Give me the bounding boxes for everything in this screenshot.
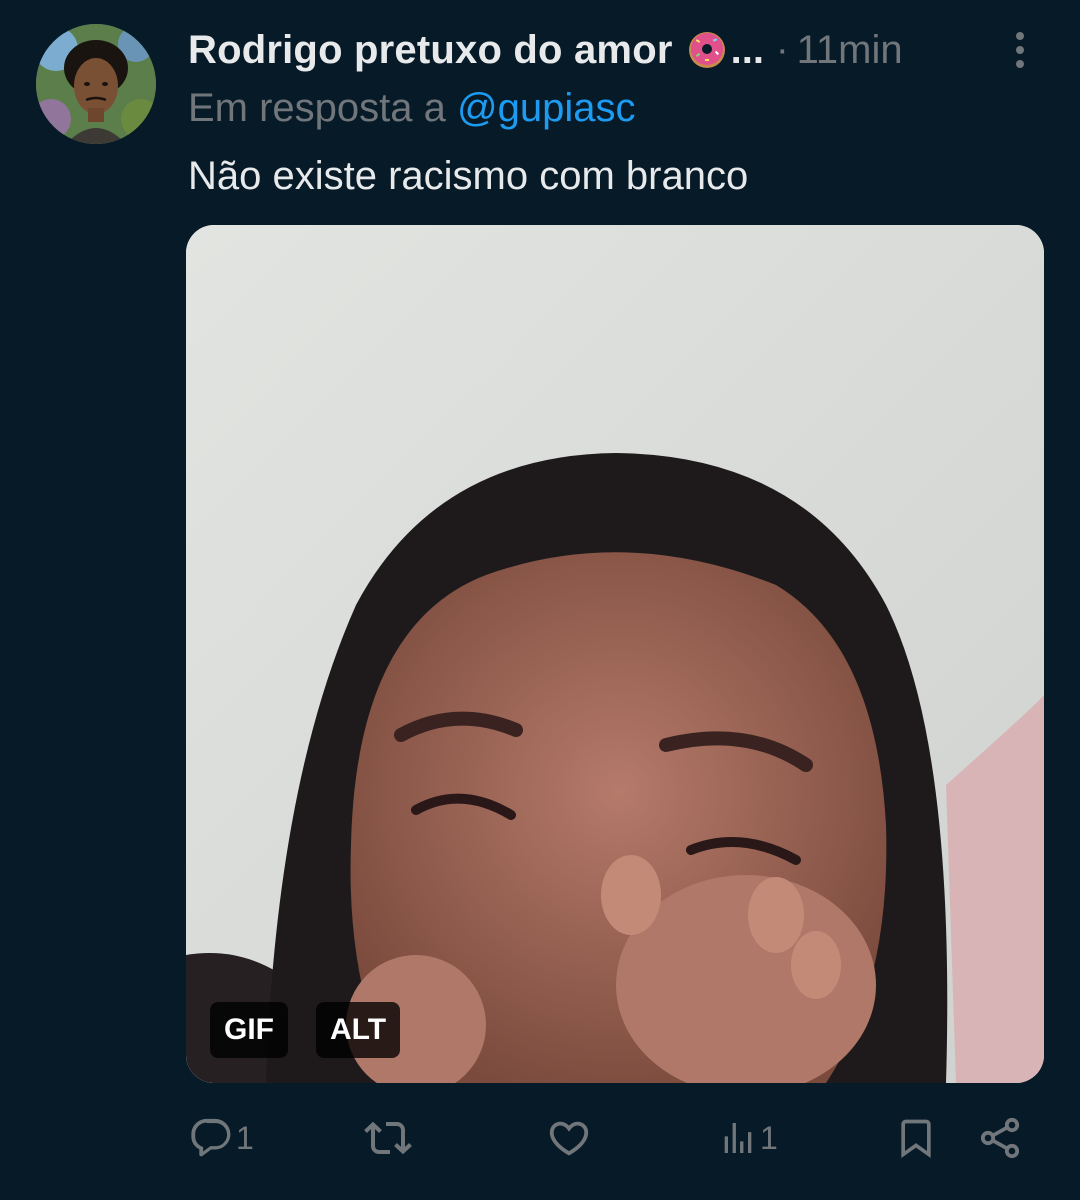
alt-text-button[interactable]: ALT	[316, 1002, 401, 1058]
tweet[interactable]: Rodrigo pretuxo do amor ... · 11min Em r…	[0, 0, 1080, 1200]
separator-dot: ·	[775, 28, 789, 71]
views-count: 1	[760, 1119, 778, 1156]
timestamp[interactable]: 11min	[797, 28, 903, 73]
more-options-button[interactable]	[1000, 28, 1040, 72]
bookmark-icon	[901, 1119, 931, 1159]
reply-handle-link[interactable]: @gupiasc	[457, 86, 635, 130]
heart-icon	[549, 1121, 589, 1156]
views-button[interactable]: 1	[718, 1110, 778, 1166]
share-button[interactable]	[976, 1110, 1024, 1166]
retweet-icon	[364, 1121, 412, 1155]
reply-count: 1	[236, 1119, 254, 1156]
like-button[interactable]	[546, 1110, 594, 1166]
more-vertical-icon	[1016, 32, 1024, 68]
reply-prefix: Em resposta a	[188, 86, 446, 130]
reply-icon	[191, 1118, 231, 1157]
author-name[interactable]: Rodrigo pretuxo do amor	[188, 28, 673, 73]
tweet-text: Não existe racismo com branco	[188, 154, 749, 198]
reply-button[interactable]: 1	[188, 1110, 254, 1166]
gif-badge: GIF	[210, 1002, 288, 1058]
tweet-header: Rodrigo pretuxo do amor ... · 11min	[188, 24, 1008, 76]
retweet-button[interactable]	[364, 1110, 414, 1166]
reply-context: Em resposta a @gupiasc	[188, 86, 636, 131]
avatar[interactable]	[36, 24, 156, 144]
bookmark-button[interactable]	[894, 1110, 938, 1166]
tweet-actions: 1 1	[0, 1110, 1080, 1170]
tweet-media-gif[interactable]	[186, 225, 1044, 1083]
share-icon	[980, 1117, 1020, 1159]
name-truncation: ...	[730, 27, 764, 72]
analytics-icon	[724, 1123, 752, 1153]
donut-icon	[687, 30, 727, 70]
